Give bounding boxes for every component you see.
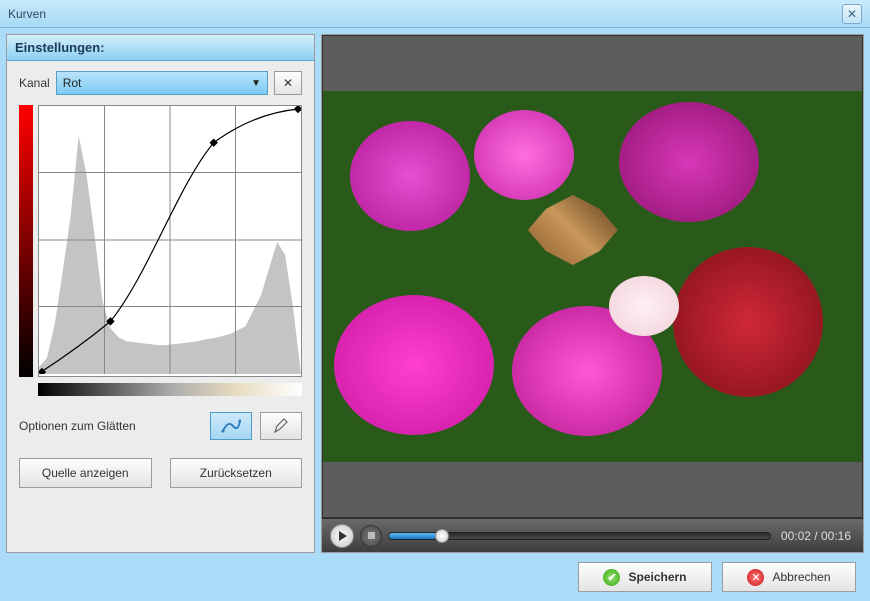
pencil-icon bbox=[272, 417, 290, 435]
reset-button[interactable]: Zurücksetzen bbox=[170, 458, 303, 488]
check-icon: ✔ bbox=[603, 569, 620, 586]
preview-image bbox=[323, 91, 862, 461]
play-icon bbox=[339, 531, 347, 541]
titlebar: Kurven ✕ bbox=[0, 0, 870, 28]
curve-editor[interactable] bbox=[38, 105, 302, 377]
settings-header: Einstellungen: bbox=[7, 35, 314, 61]
settings-panel: Einstellungen: Kanal Rot ▼ ✕ bbox=[6, 34, 315, 553]
stop-button[interactable] bbox=[360, 525, 382, 547]
channel-select[interactable]: Rot ▼ bbox=[56, 71, 268, 95]
smooth-curve-button[interactable] bbox=[210, 412, 252, 440]
pencil-tool-button[interactable] bbox=[260, 412, 302, 440]
cancel-icon: ✕ bbox=[747, 569, 764, 586]
butterfly bbox=[528, 195, 618, 265]
x-gradient bbox=[38, 383, 302, 396]
preview-panel: 00:02 / 00:16 bbox=[321, 34, 864, 553]
remove-channel-button[interactable]: ✕ bbox=[274, 71, 302, 95]
dialog-footer: ✔ Speichern ✕ Abbrechen bbox=[0, 553, 870, 601]
curve[interactable] bbox=[39, 106, 301, 374]
seek-progress bbox=[389, 533, 442, 539]
smooth-label: Optionen zum Glätten bbox=[19, 419, 202, 433]
preview-viewport bbox=[322, 35, 863, 518]
x-icon: ✕ bbox=[283, 76, 293, 90]
close-icon: ✕ bbox=[847, 7, 857, 21]
save-button[interactable]: ✔ Speichern bbox=[578, 562, 712, 592]
channel-value: Rot bbox=[63, 76, 82, 90]
stop-icon bbox=[368, 532, 375, 539]
curve-icon bbox=[221, 418, 241, 434]
seek-thumb[interactable] bbox=[435, 529, 449, 543]
window-title: Kurven bbox=[8, 7, 842, 21]
cancel-button[interactable]: ✕ Abbrechen bbox=[722, 562, 856, 592]
channel-label: Kanal bbox=[19, 76, 50, 90]
close-button[interactable]: ✕ bbox=[842, 4, 862, 24]
chevron-down-icon: ▼ bbox=[251, 78, 261, 89]
y-gradient bbox=[19, 105, 33, 377]
seek-bar[interactable] bbox=[388, 532, 771, 540]
playback-bar: 00:02 / 00:16 bbox=[322, 518, 863, 552]
time-display: 00:02 / 00:16 bbox=[777, 529, 855, 543]
play-button[interactable] bbox=[330, 524, 354, 548]
show-source-button[interactable]: Quelle anzeigen bbox=[19, 458, 152, 488]
